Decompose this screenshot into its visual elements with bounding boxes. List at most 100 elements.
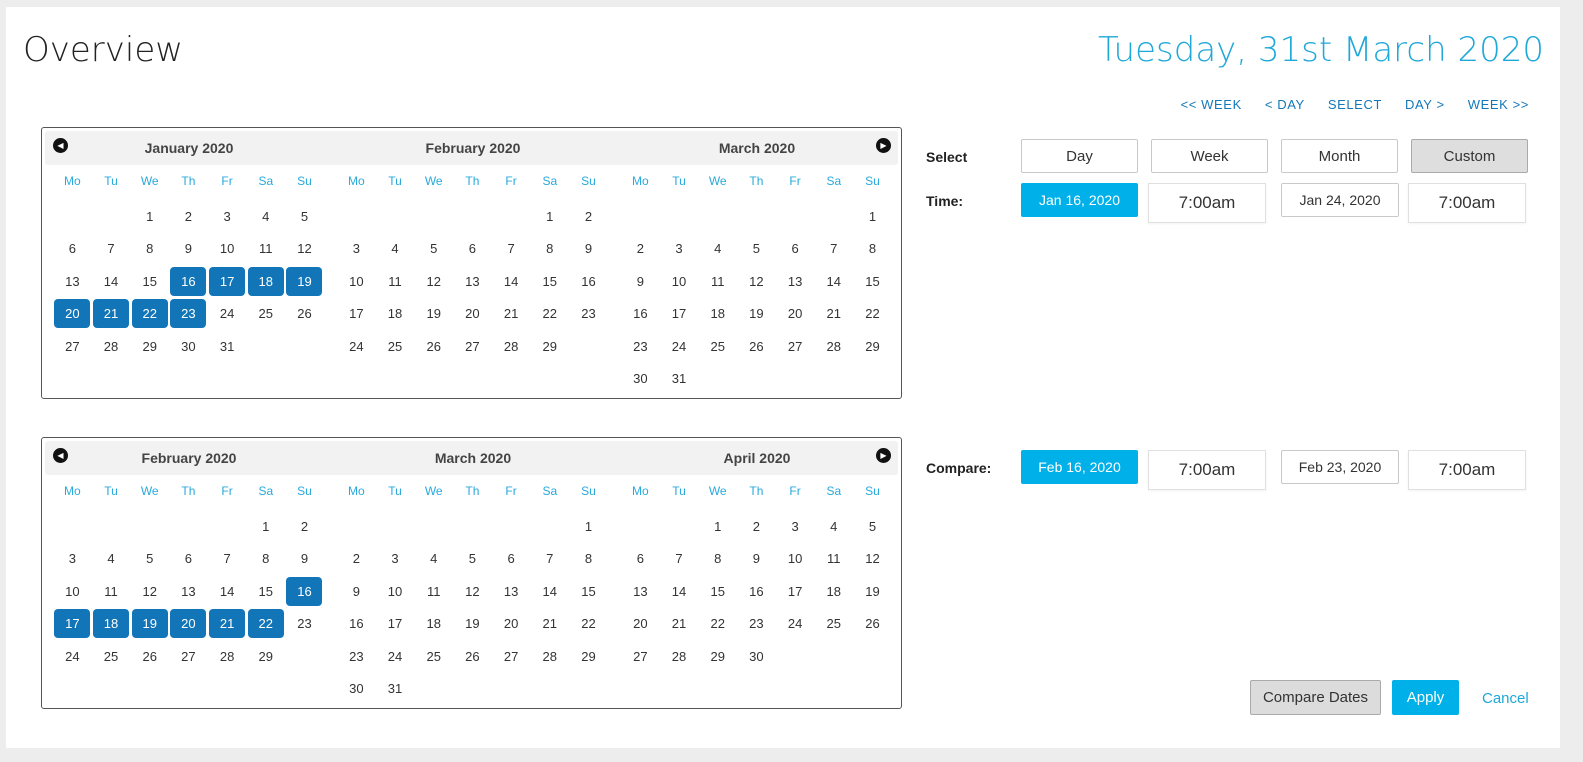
day-cell[interactable]: 15 xyxy=(698,575,737,608)
day-cell[interactable]: 26 xyxy=(853,608,892,641)
day-cell[interactable]: 24 xyxy=(53,640,92,673)
day-cell[interactable]: 14 xyxy=(660,575,699,608)
day-cell[interactable]: 20 xyxy=(621,608,660,641)
day-cell[interactable]: 13 xyxy=(53,265,92,298)
day-cell[interactable]: 27 xyxy=(53,330,92,363)
day-cell[interactable]: 5 xyxy=(453,543,492,576)
day-cell[interactable]: 9 xyxy=(737,543,776,576)
day-cell[interactable]: 16 xyxy=(737,575,776,608)
selected-day-cell[interactable]: 17 xyxy=(53,608,92,641)
day-cell[interactable]: 20 xyxy=(453,298,492,331)
day-cell[interactable]: 2 xyxy=(285,510,324,543)
day-cell[interactable]: 5 xyxy=(285,200,324,233)
day-cell[interactable]: 7 xyxy=(660,543,699,576)
day-cell[interactable]: 30 xyxy=(169,330,208,363)
day-cell[interactable]: 6 xyxy=(776,233,815,266)
day-cell[interactable]: 6 xyxy=(621,543,660,576)
day-cell[interactable]: 27 xyxy=(621,640,660,673)
day-cell[interactable]: 26 xyxy=(737,330,776,363)
day-cell[interactable]: 1 xyxy=(246,510,285,543)
day-cell[interactable]: 4 xyxy=(814,510,853,543)
day-cell[interactable]: 8 xyxy=(530,233,569,266)
day-cell[interactable]: 25 xyxy=(376,330,415,363)
day-cell[interactable]: 18 xyxy=(814,575,853,608)
day-cell[interactable]: 11 xyxy=(246,233,285,266)
day-cell[interactable]: 14 xyxy=(92,265,131,298)
day-cell[interactable]: 24 xyxy=(776,608,815,641)
day-cell[interactable]: 28 xyxy=(492,330,531,363)
day-cell[interactable]: 6 xyxy=(453,233,492,266)
day-cell[interactable]: 29 xyxy=(569,640,608,673)
day-cell[interactable]: 23 xyxy=(569,298,608,331)
selected-day-cell[interactable]: 20 xyxy=(53,298,92,331)
day-cell[interactable]: 16 xyxy=(621,298,660,331)
day-cell[interactable]: 10 xyxy=(337,265,376,298)
day-cell[interactable]: 4 xyxy=(376,233,415,266)
day-cell[interactable]: 19 xyxy=(853,575,892,608)
custom-range-button[interactable]: Custom xyxy=(1411,139,1528,173)
day-cell[interactable]: 6 xyxy=(169,543,208,576)
day-cell[interactable]: 5 xyxy=(414,233,453,266)
day-cell[interactable]: 21 xyxy=(814,298,853,331)
selected-day-cell[interactable]: 22 xyxy=(246,608,285,641)
day-cell[interactable]: 2 xyxy=(337,543,376,576)
day-cell[interactable]: 29 xyxy=(698,640,737,673)
day-cell[interactable]: 14 xyxy=(492,265,531,298)
day-cell[interactable]: 18 xyxy=(698,298,737,331)
compare-end-time[interactable]: 7:00am xyxy=(1408,450,1526,490)
selected-day-cell[interactable]: 19 xyxy=(285,265,324,298)
day-cell[interactable]: 21 xyxy=(660,608,699,641)
day-cell[interactable]: 19 xyxy=(737,298,776,331)
day-cell[interactable]: 7 xyxy=(814,233,853,266)
time-start-time[interactable]: 7:00am xyxy=(1148,183,1266,223)
day-cell[interactable]: 7 xyxy=(92,233,131,266)
day-cell[interactable]: 22 xyxy=(853,298,892,331)
day-cell[interactable]: 11 xyxy=(376,265,415,298)
day-cell[interactable]: 5 xyxy=(130,543,169,576)
select-link[interactable]: SELECT xyxy=(1328,97,1382,112)
day-cell[interactable]: 5 xyxy=(853,510,892,543)
compare-end-date[interactable]: Feb 23, 2020 xyxy=(1281,450,1399,484)
day-cell[interactable]: 10 xyxy=(208,233,247,266)
day-cell[interactable]: 1 xyxy=(569,510,608,543)
day-cell[interactable]: 11 xyxy=(92,575,131,608)
day-cell[interactable]: 9 xyxy=(337,575,376,608)
day-cell[interactable]: 24 xyxy=(337,330,376,363)
day-cell[interactable]: 27 xyxy=(169,640,208,673)
day-cell[interactable]: 28 xyxy=(530,640,569,673)
day-cell[interactable]: 25 xyxy=(246,298,285,331)
day-cell[interactable]: 30 xyxy=(621,363,660,396)
day-cell[interactable]: 28 xyxy=(92,330,131,363)
day-cell[interactable]: 13 xyxy=(169,575,208,608)
day-cell[interactable]: 26 xyxy=(453,640,492,673)
day-cell[interactable]: 17 xyxy=(776,575,815,608)
compare-dates-button[interactable]: Compare Dates xyxy=(1250,680,1381,715)
day-cell[interactable]: 1 xyxy=(698,510,737,543)
day-cell[interactable]: 19 xyxy=(453,608,492,641)
next-day-link[interactable]: DAY > xyxy=(1405,97,1445,112)
day-cell[interactable]: 27 xyxy=(776,330,815,363)
day-cell[interactable]: 22 xyxy=(530,298,569,331)
day-cell[interactable]: 4 xyxy=(698,233,737,266)
selected-day-cell[interactable]: 19 xyxy=(130,608,169,641)
day-cell[interactable]: 25 xyxy=(814,608,853,641)
month-range-button[interactable]: Month xyxy=(1281,139,1398,173)
day-cell[interactable]: 24 xyxy=(376,640,415,673)
day-cell[interactable]: 4 xyxy=(414,543,453,576)
day-cell[interactable]: 2 xyxy=(569,200,608,233)
day-cell[interactable]: 8 xyxy=(246,543,285,576)
day-cell[interactable]: 17 xyxy=(660,298,699,331)
day-cell[interactable]: 23 xyxy=(621,330,660,363)
selected-day-cell[interactable]: 16 xyxy=(169,265,208,298)
next-week-link[interactable]: WEEK >> xyxy=(1468,97,1529,112)
day-cell[interactable]: 9 xyxy=(169,233,208,266)
day-cell[interactable]: 20 xyxy=(492,608,531,641)
compare-start-date[interactable]: Feb 16, 2020 xyxy=(1021,450,1138,484)
day-cell[interactable]: 14 xyxy=(814,265,853,298)
day-cell[interactable]: 22 xyxy=(698,608,737,641)
day-cell[interactable]: 2 xyxy=(621,233,660,266)
week-range-button[interactable]: Week xyxy=(1151,139,1268,173)
day-cell[interactable]: 10 xyxy=(776,543,815,576)
day-cell[interactable]: 20 xyxy=(776,298,815,331)
day-cell[interactable]: 6 xyxy=(492,543,531,576)
